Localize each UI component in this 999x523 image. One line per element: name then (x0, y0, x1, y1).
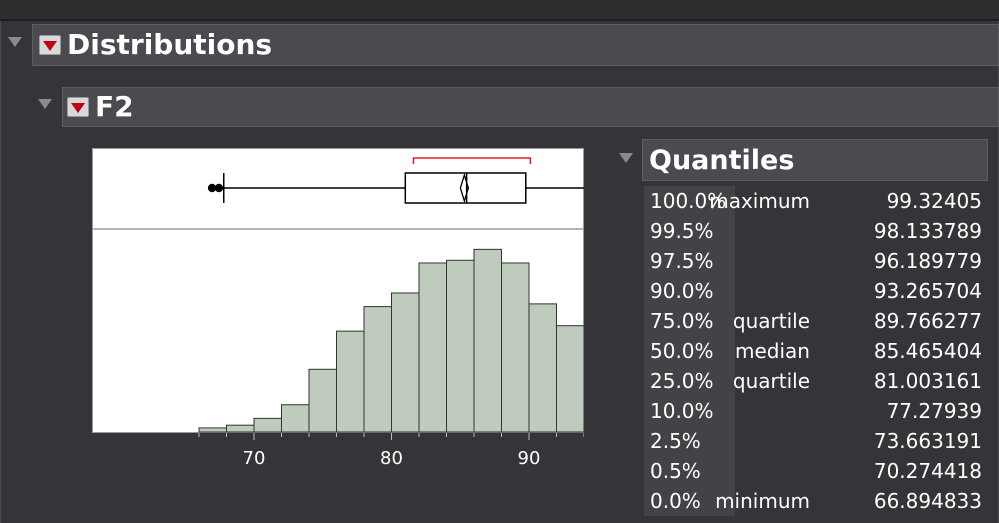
x-axis-tick-label: 70 (243, 448, 266, 469)
quantile-value: 96.189779 (873, 249, 982, 273)
red-triangle-menu-icon[interactable] (67, 97, 89, 117)
histogram-bar (501, 262, 530, 433)
histogram-bar (281, 404, 310, 433)
histogram-bar (336, 330, 365, 433)
quantile-percent: 50.0% (644, 336, 735, 366)
quantile-value: 99.32405 (886, 189, 982, 213)
histogram-bar (308, 368, 337, 433)
histogram-plot[interactable] (92, 148, 584, 433)
window-top-bar (0, 0, 999, 21)
quantile-percent: 25.0% (644, 366, 735, 396)
disclosure-triangle-icon[interactable] (38, 99, 52, 109)
quantile-value: 70.274418 (873, 459, 982, 483)
histogram-bar (556, 325, 584, 433)
x-axis-tick-label: 90 (518, 448, 541, 469)
quantile-value: 81.003161 (873, 369, 982, 393)
quantile-percent: 90.0% (644, 276, 735, 306)
quantile-value: 66.894833 (873, 489, 982, 513)
histogram-bar (253, 417, 282, 433)
histogram-bar (363, 306, 392, 433)
histogram-bar (473, 248, 502, 433)
histogram-bar (418, 262, 447, 433)
quantile-percent: 10.0% (644, 396, 735, 426)
histogram-bar (446, 259, 475, 433)
disclosure-triangle-icon[interactable] (619, 153, 633, 163)
quantile-value: 93.265704 (873, 279, 982, 303)
variable-title: F2 (95, 90, 134, 123)
distributions-outline-header[interactable]: Distributions (32, 24, 999, 66)
quantile-percent: 75.0% (644, 306, 735, 336)
distributions-title: Distributions (67, 28, 273, 61)
quantile-value: 89.766277 (873, 309, 982, 333)
quantile-value: 77.27939 (886, 399, 982, 423)
x-axis-tick-label: 80 (380, 448, 403, 469)
histogram-bar (528, 303, 557, 433)
quantile-value: 85.465404 (873, 339, 982, 363)
quantiles-title: Quantiles (649, 144, 795, 176)
histogram-bar (198, 427, 227, 433)
quantile-percent: 0.5% (644, 456, 735, 486)
disclosure-triangle-icon[interactable] (8, 37, 22, 47)
histogram-bar (391, 292, 420, 433)
quantiles-outline-header[interactable]: Quantiles (642, 139, 988, 181)
histogram-bar (226, 424, 255, 433)
f2-outline-header[interactable]: F2 (62, 87, 999, 127)
x-axis: 708090100 (198, 433, 584, 469)
red-triangle-menu-icon[interactable] (39, 35, 61, 55)
shortest-half-bracket (412, 157, 532, 164)
quantile-value: 73.663191 (873, 429, 982, 453)
quantile-value: 98.133789 (873, 219, 982, 243)
boxplot-outlier-point (214, 183, 224, 193)
quantile-percent: 2.5% (644, 426, 735, 456)
quantile-percent: 99.5% (644, 216, 735, 246)
quantile-percent: 97.5% (644, 246, 735, 276)
